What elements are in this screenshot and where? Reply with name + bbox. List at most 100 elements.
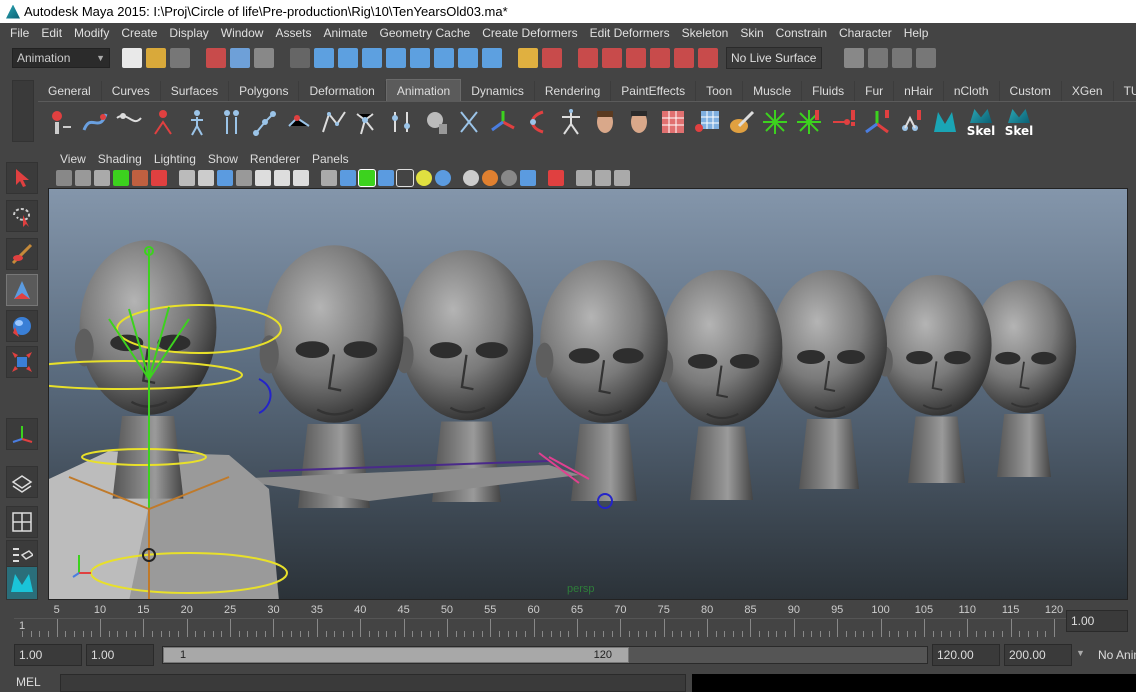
backface-icon[interactable]: [614, 170, 630, 186]
save-scene-icon[interactable]: [170, 48, 190, 68]
menu-window[interactable]: Window: [215, 26, 270, 40]
grease-pencil-icon[interactable]: [132, 170, 148, 186]
history-lock-icon[interactable]: [518, 48, 538, 68]
constraint-orient-icon[interactable]: [862, 106, 892, 138]
resolution-gate-icon[interactable]: [217, 170, 233, 186]
panel-menu-view[interactable]: View: [54, 152, 92, 166]
menu-file[interactable]: File: [4, 26, 35, 40]
menu-assets[interactable]: Assets: [269, 26, 317, 40]
manipulator-tool[interactable]: [6, 418, 38, 450]
viewport-persp[interactable]: persp: [48, 188, 1128, 600]
shelf-tab-ncloth[interactable]: nCloth: [944, 81, 1000, 101]
joint-tool-icon[interactable]: [352, 106, 382, 138]
lasso-tool[interactable]: [6, 200, 38, 232]
shelf-tab-curves[interactable]: Curves: [102, 81, 161, 101]
safe-title-icon[interactable]: [293, 170, 309, 186]
image-plane-icon[interactable]: [113, 170, 129, 186]
motion-path-icon[interactable]: [80, 106, 110, 138]
open-scene-icon[interactable]: [146, 48, 166, 68]
isolate-select-icon[interactable]: [548, 170, 564, 186]
shelf-tab-fluids[interactable]: Fluids: [802, 81, 856, 101]
menu-display[interactable]: Display: [163, 26, 214, 40]
scale-tool[interactable]: [6, 346, 38, 378]
magnet-2-icon[interactable]: [602, 48, 622, 68]
lock-selection-icon[interactable]: [290, 48, 310, 68]
face-rig-1-icon[interactable]: [590, 106, 620, 138]
menu-create[interactable]: Create: [115, 26, 163, 40]
menu-geometry-cache[interactable]: Geometry Cache: [374, 26, 477, 40]
live-surface-field[interactable]: No Live Surface: [726, 47, 822, 69]
menu-create-deformers[interactable]: Create Deformers: [476, 26, 583, 40]
xray-joints-icon[interactable]: [576, 170, 592, 186]
make-live-icon[interactable]: [410, 48, 430, 68]
spline-ik-icon[interactable]: [318, 106, 348, 138]
mirror-joint-icon[interactable]: [420, 106, 450, 138]
input-ops-icon[interactable]: [542, 48, 562, 68]
snap-curve-icon[interactable]: [338, 48, 358, 68]
wireframe-icon[interactable]: [321, 170, 337, 186]
shelf-tab-polygons[interactable]: Polygons: [229, 81, 300, 101]
wireframe-on-shaded-icon[interactable]: [358, 169, 376, 187]
bookmark-icon[interactable]: [94, 170, 110, 186]
joint-chain-icon[interactable]: [250, 106, 280, 138]
menu-help[interactable]: Help: [898, 26, 935, 40]
menu-character[interactable]: Character: [833, 26, 898, 40]
face-rig-2-icon[interactable]: [624, 106, 654, 138]
shelf-tab-muscle[interactable]: Muscle: [743, 81, 803, 101]
shelf-tab-fur[interactable]: Fur: [855, 81, 895, 101]
use-lights-icon[interactable]: [416, 170, 432, 186]
magnet-6-icon[interactable]: [698, 48, 718, 68]
playback-start-field[interactable]: 1.00: [86, 644, 154, 666]
shelf-tab-xgen[interactable]: XGen: [1062, 81, 1114, 101]
menu-skeleton[interactable]: Skeleton: [676, 26, 735, 40]
menu-constrain[interactable]: Constrain: [770, 26, 833, 40]
magnet-3-icon[interactable]: [626, 48, 646, 68]
select-component-icon[interactable]: [254, 48, 274, 68]
ik-solver-icon[interactable]: [284, 106, 314, 138]
mel-label[interactable]: MEL: [16, 674, 41, 690]
textured-icon[interactable]: [378, 170, 394, 186]
smooth-shade-icon[interactable]: [340, 170, 356, 186]
ipr-render-icon[interactable]: [892, 48, 912, 68]
field-chart-icon[interactable]: [255, 170, 271, 186]
select-object-icon[interactable]: [230, 48, 250, 68]
gate-mask-icon[interactable]: [236, 170, 252, 186]
safe-action-icon[interactable]: [274, 170, 290, 186]
move-tool[interactable]: [6, 274, 38, 306]
shelf-tab-general[interactable]: General: [38, 81, 102, 101]
time-slider[interactable]: 1 5 10 15 20 25 30 35 40 45 50 55 60 65 70 75 80 85 90 95 1…: [14, 602, 1066, 638]
paint-weights-grid-icon[interactable]: [658, 106, 688, 138]
scene-end-field[interactable]: 200.00: [1004, 644, 1072, 666]
motion-blur-icon[interactable]: [482, 170, 498, 186]
shadows-icon[interactable]: [435, 170, 451, 186]
command-input[interactable]: [60, 674, 686, 692]
scene-start-field[interactable]: 1.00: [14, 644, 82, 666]
xray-active-icon[interactable]: [595, 170, 611, 186]
menu-edit-deformers[interactable]: Edit Deformers: [584, 26, 676, 40]
render-view-icon[interactable]: [844, 48, 864, 68]
anim-layer-label[interactable]: No Anim: [1098, 648, 1136, 662]
camera-icon[interactable]: [56, 170, 72, 186]
menu-modify[interactable]: Modify: [68, 26, 115, 40]
snap-view-plane-icon[interactable]: [386, 48, 406, 68]
shelf-tab-rendering[interactable]: Rendering: [535, 81, 612, 101]
shelf-tab-nhair[interactable]: nHair: [894, 81, 944, 101]
panel-menu-lighting[interactable]: Lighting: [148, 152, 202, 166]
shelf-tab-turtle[interactable]: TURTLE: [1114, 81, 1136, 101]
snap-grid-icon[interactable]: [314, 48, 334, 68]
screen-space-ao-icon[interactable]: [463, 170, 479, 186]
shelf-tab-dynamics[interactable]: Dynamics: [461, 81, 535, 101]
panel-menu-panels[interactable]: Panels: [306, 152, 355, 166]
skel-button-1[interactable]: Skel: [964, 106, 998, 138]
cluster-icon[interactable]: [760, 106, 790, 138]
help-icon[interactable]: [482, 48, 502, 68]
skeleton-icon[interactable]: [556, 106, 586, 138]
constraint-parent-icon[interactable]: [896, 106, 926, 138]
render-current-icon[interactable]: [868, 48, 888, 68]
remove-joint-icon[interactable]: [522, 106, 552, 138]
snap-together-icon[interactable]: [434, 48, 454, 68]
panel-menu-show[interactable]: Show: [202, 152, 244, 166]
range-slider[interactable]: 1 120: [162, 646, 928, 664]
current-frame-field[interactable]: 1.00: [1066, 610, 1128, 632]
single-pane-layout[interactable]: [6, 466, 38, 498]
